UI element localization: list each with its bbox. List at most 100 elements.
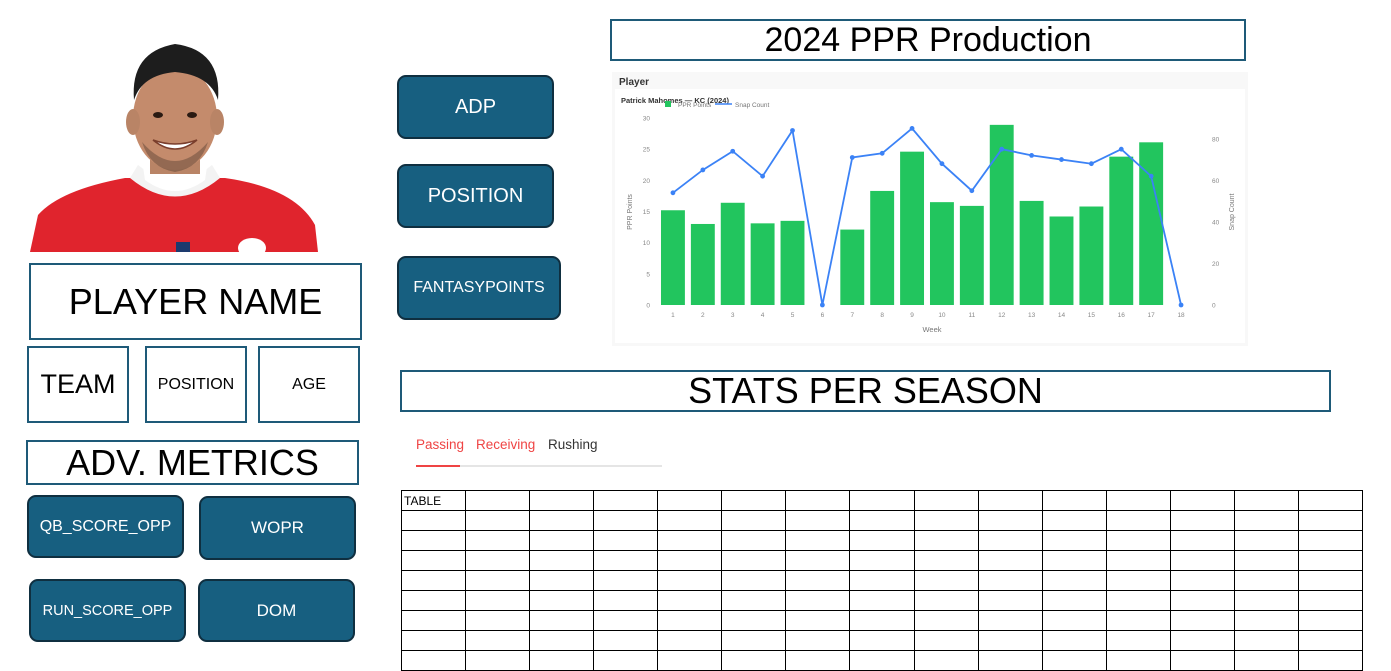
tab-rushing[interactable]: Rushing bbox=[548, 437, 598, 452]
table-cell bbox=[849, 510, 915, 531]
x-tick-label: 5 bbox=[791, 312, 795, 319]
table-cell bbox=[849, 650, 915, 671]
stats-table: TABLE bbox=[400, 490, 1364, 671]
table-cell bbox=[785, 630, 851, 651]
table-cell bbox=[1297, 610, 1364, 631]
table-cell bbox=[913, 510, 979, 531]
table-cell bbox=[1105, 650, 1171, 671]
legend-ppr-label: PPR Points bbox=[678, 102, 712, 109]
ppr-chart: Player Patrick Mahomes — KC (2024) PPR P… bbox=[612, 72, 1248, 346]
table-cell bbox=[849, 550, 915, 571]
table-cell bbox=[657, 550, 723, 571]
table-cell bbox=[529, 630, 595, 651]
snap-point-week-2 bbox=[700, 167, 706, 173]
dom-button[interactable]: DOM bbox=[198, 579, 355, 642]
chart-header-label: Player bbox=[619, 77, 649, 88]
y2-tick-label: 40 bbox=[1212, 219, 1220, 226]
wopr-button[interactable]: WOPR bbox=[199, 496, 356, 560]
table-cell bbox=[529, 590, 595, 611]
table-cell bbox=[1105, 490, 1171, 511]
table-cell bbox=[1169, 530, 1235, 551]
x-tick-label: 11 bbox=[968, 312, 975, 319]
table-cell bbox=[1169, 510, 1235, 531]
table-cell bbox=[721, 650, 787, 671]
table-row bbox=[400, 550, 1364, 571]
table-cell bbox=[1041, 550, 1107, 571]
table-cell bbox=[1169, 570, 1235, 591]
table-cell bbox=[465, 590, 531, 611]
table-cell bbox=[1297, 550, 1364, 571]
table-cell bbox=[785, 590, 851, 611]
table-cell bbox=[400, 550, 467, 571]
table-cell bbox=[721, 530, 787, 551]
table-cell bbox=[785, 550, 851, 571]
table-cell bbox=[465, 490, 531, 511]
tab-receiving[interactable]: Receiving bbox=[476, 437, 535, 452]
y-tick-label: 25 bbox=[643, 147, 651, 154]
table-cell bbox=[785, 490, 851, 511]
table-cell bbox=[657, 530, 723, 551]
production-title-box: 2024 PPR Production bbox=[610, 19, 1246, 61]
position-button[interactable]: POSITION bbox=[397, 164, 554, 228]
y2-tick-label: 80 bbox=[1212, 136, 1220, 143]
table-cell bbox=[529, 570, 595, 591]
bar-ppr-week-15 bbox=[1079, 206, 1104, 305]
table-row bbox=[400, 510, 1364, 531]
table-cell bbox=[1233, 530, 1299, 551]
y-tick-label: 5 bbox=[646, 271, 650, 278]
table-cell bbox=[593, 630, 659, 651]
table-cell bbox=[1105, 550, 1171, 571]
table-cell bbox=[1297, 590, 1364, 611]
table-cell bbox=[400, 530, 467, 551]
table-cell bbox=[465, 630, 531, 651]
ppr-chart-svg: Player Patrick Mahomes — KC (2024) PPR P… bbox=[615, 77, 1245, 343]
table-cell bbox=[721, 550, 787, 571]
table-cell bbox=[1169, 490, 1235, 511]
table-cell bbox=[657, 610, 723, 631]
table-cell bbox=[1041, 530, 1107, 551]
table-cell bbox=[977, 630, 1043, 651]
y2-tick-label: 60 bbox=[1212, 178, 1220, 185]
position-label: POSITION bbox=[157, 375, 235, 393]
table-row bbox=[400, 650, 1364, 671]
table-cell bbox=[1105, 570, 1171, 591]
table-cell bbox=[593, 530, 659, 551]
table-cell bbox=[465, 550, 531, 571]
snap-point-week-17 bbox=[1148, 173, 1154, 179]
table-cell bbox=[721, 630, 787, 651]
table-cell: TABLE bbox=[400, 490, 467, 511]
table-cell bbox=[1233, 590, 1299, 611]
bar-ppr-week-8 bbox=[870, 190, 895, 305]
table-cell bbox=[1233, 550, 1299, 571]
qb-score-opp-button[interactable]: QB_SCORE_OPP bbox=[27, 495, 184, 558]
bar-ppr-week-12 bbox=[989, 124, 1014, 306]
table-cell bbox=[465, 570, 531, 591]
table-cell bbox=[1297, 570, 1364, 591]
y-tick-label: 30 bbox=[643, 116, 651, 123]
table-cell bbox=[1041, 610, 1107, 631]
tab-active-indicator bbox=[416, 465, 460, 467]
snap-point-week-8 bbox=[879, 150, 885, 156]
table-cell bbox=[465, 610, 531, 631]
bar-ppr-week-16 bbox=[1109, 156, 1134, 305]
table-cell bbox=[593, 650, 659, 671]
table-cell bbox=[400, 650, 467, 671]
fantasypoints-button[interactable]: FANTASYPOINTS bbox=[397, 256, 561, 320]
table-cell bbox=[913, 630, 979, 651]
table-cell bbox=[1297, 490, 1364, 511]
table-cell bbox=[913, 650, 979, 671]
stats-title: STATS PER SEASON bbox=[688, 370, 1043, 411]
tab-passing[interactable]: Passing bbox=[416, 437, 464, 452]
table-cell bbox=[785, 610, 851, 631]
table-cell bbox=[657, 650, 723, 671]
table-cell bbox=[849, 610, 915, 631]
run-score-opp-button[interactable]: RUN_SCORE_OPP bbox=[29, 579, 186, 642]
table-cell bbox=[400, 570, 467, 591]
player-name-label: PLAYER NAME bbox=[68, 280, 323, 322]
table-cell bbox=[1169, 610, 1235, 631]
age-box: AGE bbox=[258, 346, 360, 423]
snap-point-week-3 bbox=[730, 148, 736, 154]
y2-tick-label: 0 bbox=[1212, 303, 1216, 310]
adp-button[interactable]: ADP bbox=[397, 75, 554, 139]
table-cell bbox=[1105, 590, 1171, 611]
